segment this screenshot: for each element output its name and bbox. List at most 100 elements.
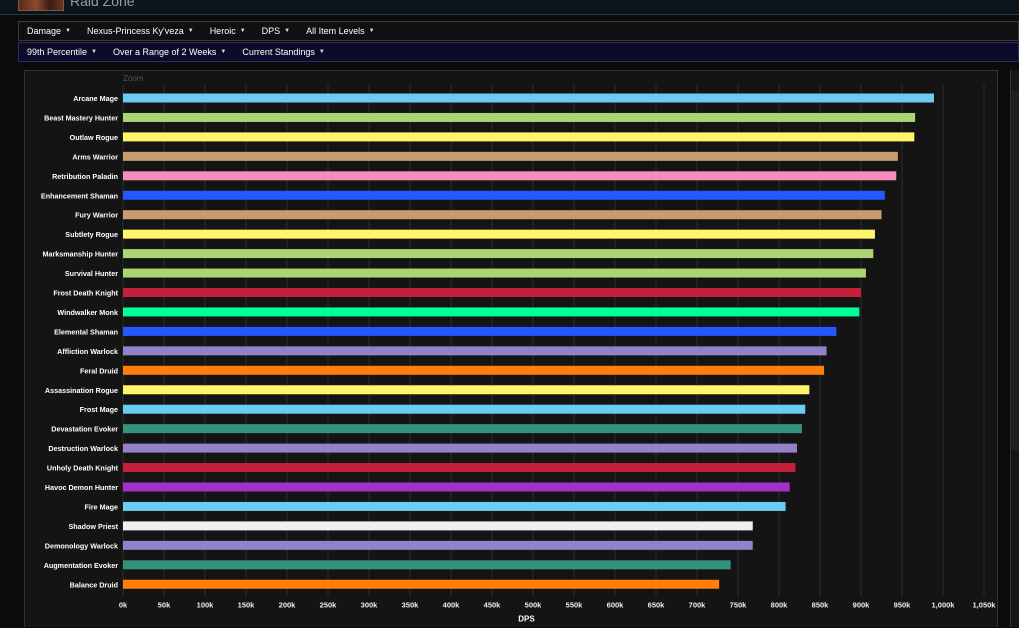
x-tick-label: 50k [158, 601, 171, 610]
category-label: Marksmanship Hunter [43, 250, 119, 259]
bar[interactable] [123, 424, 802, 434]
bar[interactable] [123, 579, 720, 589]
x-tick-label: 800k [771, 601, 789, 610]
x-tick-label: 1,050k [973, 601, 997, 610]
filter-bar-primary: Damage ▼ Nexus-Princess Ky'veza ▼ Heroic ▼ … [18, 21, 1019, 41]
x-tick-label: 700k [689, 601, 707, 610]
category-label: Havoc Demon Hunter [45, 483, 118, 492]
bar[interactable] [123, 404, 806, 414]
side-panel [1010, 70, 1019, 627]
chevron-down-icon: ▼ [187, 28, 194, 34]
filter-label: Over a Range of 2 Weeks [113, 47, 217, 57]
category-label: Fire Mage [84, 502, 118, 511]
x-tick-label: 300k [361, 601, 379, 610]
bar[interactable] [123, 210, 882, 220]
chart-panel: Zoom 0k 50k 100k 150k 200k 250k 300k 350k 400k 450… [24, 70, 998, 627]
x-tick-label: 1,000k [932, 601, 956, 610]
x-tick-label: 100k [197, 601, 215, 610]
bar[interactable] [123, 346, 827, 356]
bar[interactable] [123, 249, 874, 259]
bar[interactable] [123, 521, 753, 531]
bar[interactable] [123, 443, 798, 453]
bar[interactable] [123, 540, 753, 550]
x-tick-label: 200k [279, 601, 297, 610]
dps-bar-chart: Zoom 0k 50k 100k 150k 200k 250k 300k 350k 400k 450… [41, 74, 997, 624]
category-label: Demonology Warlock [45, 541, 118, 550]
x-tick-label: 0k [119, 601, 128, 610]
filter-difficulty-dropdown[interactable]: Heroic ▼ [202, 22, 254, 40]
raid-zone-thumbnail [18, 0, 64, 11]
category-label: Subtlety Rogue [65, 230, 118, 239]
category-label: Arcane Mage [73, 94, 118, 103]
top-header: Raid Zone [0, 0, 1019, 15]
category-label: Frost Mage [80, 405, 118, 414]
bar[interactable] [123, 190, 885, 200]
chevron-down-icon: ▼ [91, 49, 97, 55]
filter-bar-secondary: 99th Percentile ▼ Over a Range of 2 Weeks… [18, 42, 1019, 62]
x-tick-label: 350k [402, 601, 420, 610]
bar[interactable] [123, 268, 866, 278]
bar[interactable] [123, 501, 786, 511]
bar[interactable] [123, 93, 934, 103]
category-label: Destruction Warlock [48, 444, 118, 453]
category-label: Retribution Paladin [52, 172, 118, 181]
chevron-down-icon: ▼ [220, 49, 227, 55]
category-label: Windwalker Monk [57, 308, 118, 317]
category-label: Devastation Evoker [51, 425, 118, 434]
x-tick-label: 450k [484, 601, 502, 610]
x-tick-label: 400k [443, 601, 461, 610]
category-label: Fury Warrior [75, 211, 118, 220]
chevron-down-icon: ▼ [239, 28, 246, 34]
bar[interactable] [123, 482, 790, 492]
x-tick-label: 250k [320, 601, 338, 610]
filter-label: Damage [27, 26, 62, 36]
x-tick-label: 600k [607, 601, 625, 610]
bar[interactable] [123, 132, 915, 142]
filter-label: 99th Percentile [27, 47, 88, 57]
chevron-down-icon: ▼ [318, 49, 325, 55]
zoom-label[interactable]: Zoom [123, 74, 144, 83]
filter-item-level-dropdown[interactable]: All Item Levels ▼ [298, 22, 382, 40]
filter-percentile-dropdown[interactable]: 99th Percentile ▼ [19, 43, 105, 61]
bar[interactable] [123, 229, 875, 239]
bar[interactable] [123, 365, 825, 375]
chevron-down-icon: ▼ [284, 28, 291, 34]
filter-label: Heroic [209, 26, 236, 36]
category-label: Augmentation Evoker [44, 561, 118, 570]
filter-label: DPS [261, 26, 281, 36]
x-tick-label: 500k [525, 601, 543, 610]
chevron-down-icon: ▼ [65, 28, 71, 34]
bar[interactable] [123, 288, 861, 297]
x-axis-title: DPS [518, 615, 535, 624]
x-tick-label: 650k [648, 601, 666, 610]
x-tick-label: 550k [566, 601, 584, 610]
filter-standings-dropdown[interactable]: Current Standings ▼ [234, 43, 333, 61]
bar[interactable] [123, 385, 810, 395]
bar[interactable] [123, 463, 796, 473]
category-label: Beast Mastery Hunter [44, 113, 118, 122]
bar[interactable] [123, 171, 897, 181]
category-label: Affliction Warlock [57, 347, 118, 356]
bar[interactable] [123, 151, 898, 161]
category-label: Shadow Priest [68, 522, 118, 531]
category-label: Unholy Death Knight [47, 464, 119, 473]
category-label: Assassination Rogue [45, 386, 118, 395]
filter-role-dropdown[interactable]: DPS ▼ [254, 22, 298, 40]
bar[interactable] [123, 326, 837, 336]
category-label: Balance Druid [70, 580, 118, 589]
filter-label: Nexus-Princess Ky'veza [86, 26, 184, 36]
category-label: Enhancement Shaman [41, 191, 118, 200]
category-label: Arms Warrior [72, 152, 118, 161]
bar[interactable] [123, 560, 731, 570]
raid-zone-title: Raid Zone [70, 0, 135, 9]
category-label: Outlaw Rogue [70, 133, 118, 142]
x-tick-label: 850k [812, 601, 830, 610]
bar[interactable] [123, 112, 916, 122]
category-label: Feral Druid [80, 366, 118, 375]
chevron-down-icon: ▼ [368, 28, 375, 34]
filter-range-dropdown[interactable]: Over a Range of 2 Weeks ▼ [105, 43, 234, 61]
filter-metric-dropdown[interactable]: Damage ▼ [19, 22, 79, 40]
bar[interactable] [123, 307, 860, 317]
filter-boss-dropdown[interactable]: Nexus-Princess Ky'veza ▼ [79, 22, 202, 40]
filter-label: Current Standings [242, 47, 315, 57]
